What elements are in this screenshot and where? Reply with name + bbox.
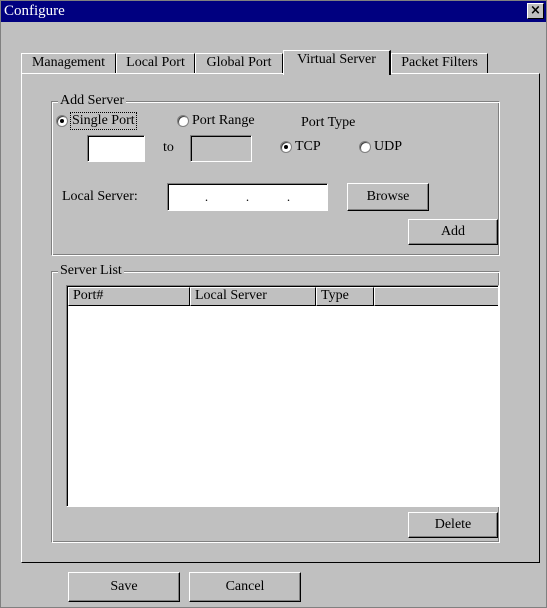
tcp-label: TCP xyxy=(295,139,321,154)
port-from-input[interactable] xyxy=(87,135,145,162)
port-range-radio-dot[interactable] xyxy=(177,115,189,127)
single-port-radio-dot[interactable] xyxy=(56,115,68,127)
browse-button[interactable]: Browse xyxy=(347,183,429,211)
delete-button[interactable]: Delete xyxy=(408,512,498,538)
configure-window: Configure × Management Local Port Global… xyxy=(0,0,547,608)
virtual-server-page: Add Server Single Port Port Range Port T… xyxy=(21,73,540,563)
tab-global-port[interactable]: Global Port xyxy=(195,53,283,74)
add-server-group-label: Add Server xyxy=(58,93,127,109)
tcp-radio[interactable]: TCP xyxy=(280,139,321,155)
udp-radio[interactable]: UDP xyxy=(359,139,402,155)
tab-virtual-server[interactable]: Virtual Server xyxy=(283,50,391,75)
port-range-radio[interactable]: Port Range xyxy=(177,113,255,129)
tab-management[interactable]: Management xyxy=(21,53,116,74)
close-icon[interactable]: × xyxy=(527,3,544,19)
server-list-view[interactable]: Port# Local Server Type xyxy=(66,285,499,507)
single-port-radio[interactable]: Single Port xyxy=(56,112,137,130)
local-server-label: Local Server: xyxy=(62,189,138,204)
column-header-port[interactable]: Port# xyxy=(68,287,190,306)
cancel-button[interactable]: Cancel xyxy=(189,572,301,602)
column-header-blank[interactable] xyxy=(374,287,498,306)
ip-dot: . xyxy=(286,189,291,204)
tcp-radio-dot[interactable] xyxy=(280,141,292,153)
column-header-type[interactable]: Type xyxy=(316,287,374,306)
tab-local-port[interactable]: Local Port xyxy=(116,53,195,74)
ip-separators: . . . xyxy=(168,184,327,210)
add-button[interactable]: Add xyxy=(408,219,498,245)
title-bar[interactable]: Configure × xyxy=(1,1,546,22)
server-list-group-label: Server List xyxy=(58,263,124,279)
udp-label: UDP xyxy=(374,139,403,154)
port-type-label: Port Type xyxy=(301,115,356,130)
to-label: to xyxy=(163,140,174,155)
ip-dot: . xyxy=(204,189,209,204)
udp-radio-dot[interactable] xyxy=(359,141,371,153)
ip-dot: . xyxy=(245,189,250,204)
local-server-ip-input[interactable]: . . . xyxy=(167,183,328,211)
column-header-local-server[interactable]: Local Server xyxy=(190,287,316,306)
single-port-label: Single Port xyxy=(70,112,137,130)
port-to-input[interactable] xyxy=(190,135,252,162)
tab-packet-filters[interactable]: Packet Filters xyxy=(391,53,488,74)
port-range-label: Port Range xyxy=(192,113,255,128)
window-title: Configure xyxy=(4,3,65,19)
save-button[interactable]: Save xyxy=(68,572,180,602)
